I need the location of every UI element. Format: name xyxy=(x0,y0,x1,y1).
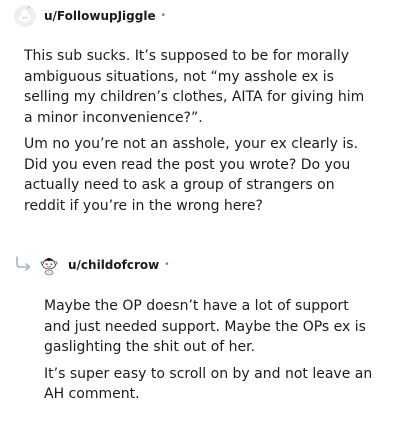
comment-paragraph: Um no you’re not an asshole, your ex cle… xyxy=(24,136,359,214)
snoo-avatar-icon[interactable] xyxy=(38,254,60,276)
reply-arrow-icon xyxy=(16,256,31,271)
comment-paragraph: This sub sucks. It’s supposed to be for … xyxy=(24,48,365,126)
comment-paragraph: Maybe the OP doesn’t have a lot of suppo… xyxy=(44,298,366,355)
comment-header: u/FollowupJiggle • xyxy=(14,5,166,27)
meta-separator: • xyxy=(164,260,170,270)
username-link[interactable]: u/childofcrow xyxy=(68,258,159,272)
username-link[interactable]: u/FollowupJiggle xyxy=(44,9,156,23)
meta-separator: • xyxy=(160,11,166,21)
comment-header: u/childofcrow • xyxy=(38,254,170,276)
avatar-icon[interactable] xyxy=(14,5,36,27)
comment-body: Maybe the OP doesn’t have a lot of suppo… xyxy=(44,296,374,405)
comment-body: This sub sucks. It’s supposed to be for … xyxy=(24,46,374,216)
comment-paragraph: It’s super easy to scroll on by and not … xyxy=(44,365,373,403)
